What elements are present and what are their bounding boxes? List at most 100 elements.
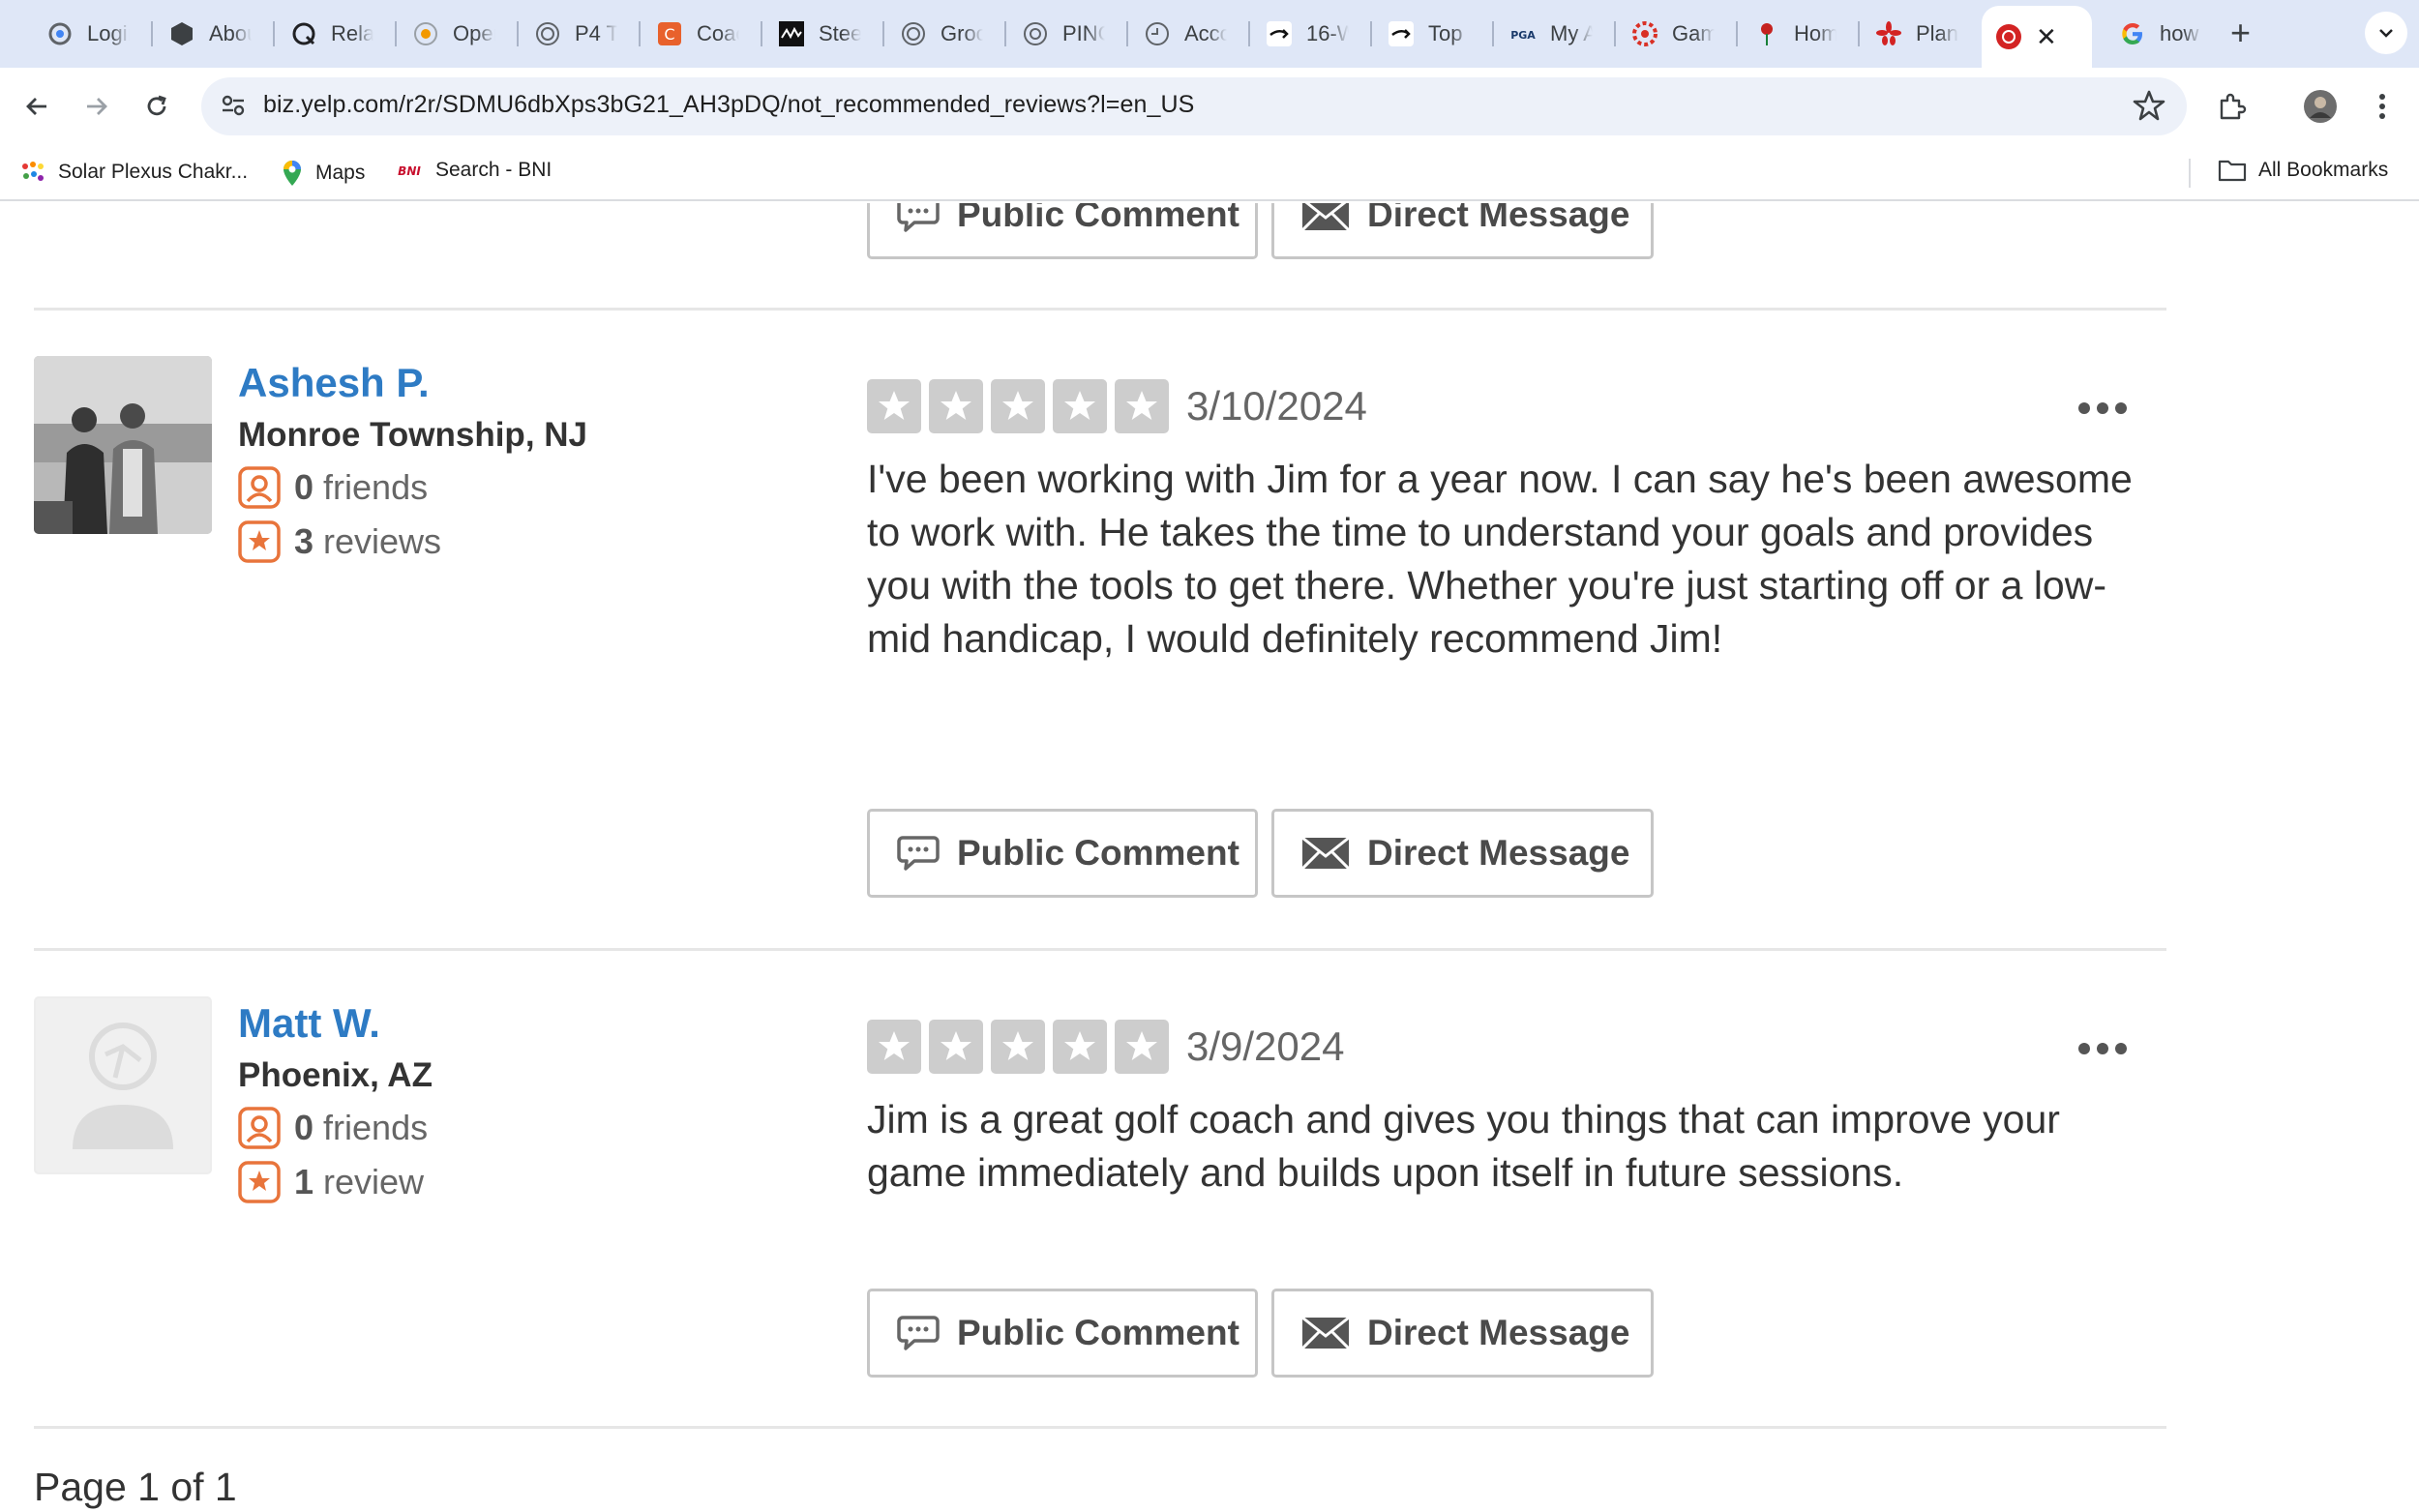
tab-plan[interactable]: Plan — [1862, 14, 1958, 54]
user-location: Phoenix, AZ — [238, 1056, 433, 1094]
user-location: Monroe Township, NJ — [238, 416, 588, 454]
bookmark-star-icon[interactable] — [2133, 89, 2165, 127]
orange-swirl-icon — [412, 20, 439, 47]
tab-ping[interactable]: PING — [1008, 14, 1105, 54]
tab-about[interactable]: About — [155, 14, 252, 54]
all-bookmarks-button[interactable]: All Bookmarks — [2218, 159, 2388, 182]
user-reviews-stat: 3 reviews — [238, 520, 441, 563]
tab-search-button[interactable] — [2365, 12, 2407, 54]
tab-acco[interactable]: Acco — [1130, 14, 1227, 54]
chevron-down-icon — [2379, 29, 2393, 38]
star-icon — [1053, 379, 1107, 433]
circle-arrow-icon — [46, 20, 74, 47]
bni-logo-icon: BNI — [395, 161, 424, 180]
tab-16w[interactable]: 16-W — [1252, 14, 1349, 54]
bookmarks-bar: Solar Plexus Chakr... Maps BNI Search - … — [0, 145, 2419, 201]
star-icon — [867, 1020, 921, 1074]
reload-button[interactable] — [135, 85, 178, 128]
review-divider — [34, 308, 2166, 311]
red-gear-icon — [1631, 20, 1658, 47]
svg-text:PGA: PGA — [1510, 29, 1536, 42]
tab-groo[interactable]: Groo — [886, 14, 983, 54]
back-button[interactable] — [15, 85, 58, 128]
google-g-icon — [2119, 20, 2146, 47]
reload-icon — [147, 95, 166, 116]
speech-bubble-icon — [897, 834, 940, 873]
new-tab-button[interactable]: + — [2230, 14, 2251, 52]
more-options-button[interactable] — [2078, 402, 2134, 414]
close-tab-icon[interactable]: ✕ — [2036, 24, 2057, 49]
flower-icon — [1753, 20, 1780, 47]
public-comment-button[interactable]: Public Comment — [867, 1289, 1258, 1378]
address-bar[interactable]: biz.yelp.com/r2r/SDMU6dbXps3bG21_AH3pDQ/… — [201, 77, 2187, 135]
dots-logo-icon — [19, 159, 46, 186]
review-text: I've been working with Jim for a year no… — [867, 457, 2133, 661]
tab-active[interactable]: ✕ — [1982, 6, 2092, 68]
browser-menu-button[interactable] — [2361, 85, 2404, 128]
star-rating — [867, 1020, 1177, 1074]
extensions-button[interactable] — [2210, 85, 2253, 128]
star-icon — [1053, 1020, 1107, 1074]
tab-hom[interactable]: Hom — [1740, 14, 1837, 54]
user-name-link[interactable]: Matt W. — [238, 1000, 380, 1047]
tab-coac[interactable]: C Coac — [642, 14, 739, 54]
zigzag-logo-icon — [778, 20, 805, 47]
user-friends-stat: 0 friends — [238, 1107, 428, 1149]
review-text: Jim is a great golf coach and gives you … — [867, 1097, 2060, 1195]
orange-c-logo-icon: C — [656, 20, 683, 47]
review-star-icon — [238, 520, 281, 563]
star-icon — [1115, 379, 1169, 433]
star-icon — [867, 379, 921, 433]
tab-top[interactable]: Top — [1374, 14, 1471, 54]
arrow-logo-icon — [1266, 20, 1293, 47]
star-icon — [929, 1020, 983, 1074]
svg-text:C: C — [664, 25, 674, 44]
friends-icon — [238, 466, 281, 509]
tab-how[interactable]: how — [2105, 14, 2202, 54]
forward-arrow-icon — [87, 98, 107, 115]
tab-login[interactable]: Login — [33, 14, 130, 54]
bookmark-maps[interactable]: Maps — [281, 159, 365, 188]
user-photo[interactable] — [34, 356, 212, 534]
star-rating — [867, 379, 1177, 433]
bookmark-search-bni[interactable]: BNI Search - BNI — [395, 159, 552, 182]
cube-icon — [168, 20, 195, 47]
tab-open[interactable]: Open — [399, 14, 495, 54]
pagination-label: Page 1 of 1 — [34, 1465, 237, 1509]
url-text[interactable]: biz.yelp.com/r2r/SDMU6dbXps3bG21_AH3pDQ/… — [263, 91, 1194, 119]
user-name-link[interactable]: Ashesh P. — [238, 360, 430, 406]
spiral-icon — [534, 20, 561, 47]
browser-toolbar: biz.yelp.com/r2r/SDMU6dbXps3bG21_AH3pDQ/… — [0, 68, 2419, 145]
envelope-icon — [1301, 837, 1350, 870]
user-reviews-stat: 1 review — [238, 1161, 424, 1203]
arrow-logo-icon — [1388, 20, 1415, 47]
yelp-circle-icon — [1995, 23, 2022, 50]
tab-gam[interactable]: Gam — [1618, 14, 1715, 54]
more-options-button[interactable] — [2078, 1043, 2134, 1054]
tab-my-a[interactable]: PGA My A — [1496, 14, 1593, 54]
ping-logo-icon — [1022, 20, 1049, 47]
profile-avatar[interactable] — [2299, 85, 2342, 128]
tab-p4[interactable]: P4 T — [521, 14, 617, 54]
yelp-burst-icon — [1875, 20, 1902, 47]
tab-relat[interactable]: Relat — [277, 14, 373, 54]
site-settings-icon[interactable] — [219, 91, 248, 125]
q-logo-icon — [290, 20, 317, 47]
friends-icon — [238, 1107, 281, 1149]
review-star-icon — [238, 1161, 281, 1203]
user-friends-stat: 0 friends — [238, 466, 428, 509]
direct-message-button[interactable]: Direct Message — [1271, 809, 1654, 898]
default-avatar[interactable] — [34, 996, 212, 1174]
sync-circle-icon — [1144, 20, 1171, 47]
page-content: Public Comment Direct Message Ashesh P. … — [0, 203, 2419, 1512]
direct-message-button[interactable]: Direct Message — [1271, 1289, 1654, 1378]
tab-stee[interactable]: Stee — [764, 14, 861, 54]
bookmark-solar-plexus[interactable]: Solar Plexus Chakr... — [19, 159, 248, 186]
public-comment-button[interactable]: Public Comment — [867, 203, 1258, 259]
review-divider — [34, 1426, 2166, 1429]
review-date: 3/10/2024 — [1186, 383, 1367, 429]
forward-button[interactable] — [75, 85, 118, 128]
direct-message-button[interactable]: Direct Message — [1271, 203, 1654, 259]
public-comment-button[interactable]: Public Comment — [867, 809, 1258, 898]
star-icon — [929, 379, 983, 433]
